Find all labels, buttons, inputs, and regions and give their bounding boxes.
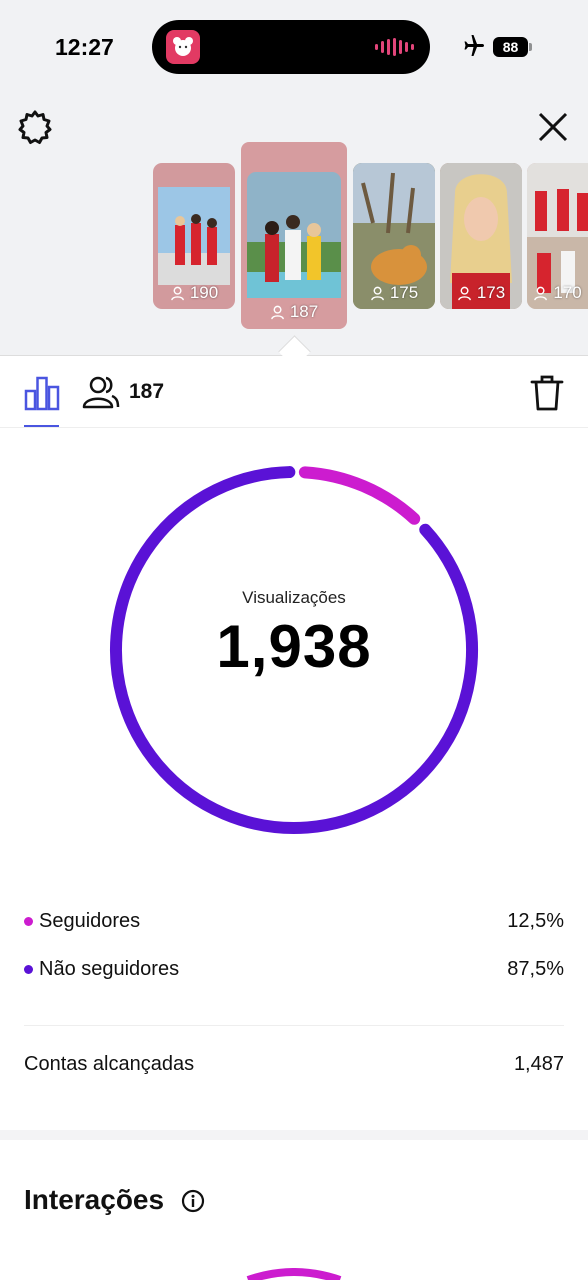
person-icon xyxy=(457,286,471,300)
interactions-title: Interações xyxy=(24,1184,165,1215)
accounts-reached-value: 1,487 xyxy=(513,1053,564,1075)
story-thumbnail[interactable]: 173 xyxy=(440,163,522,309)
section-divider xyxy=(24,1025,564,1026)
accounts-reached-row: Contas alcançadas 1,487 xyxy=(24,1053,564,1076)
interactions-chart-preview xyxy=(246,1268,342,1280)
battery-indicator: 88 xyxy=(493,37,528,57)
followers-dot xyxy=(24,916,33,926)
legend-value: 87,5% xyxy=(507,957,564,980)
info-icon[interactable] xyxy=(181,1189,205,1213)
trash-icon[interactable] xyxy=(530,374,564,412)
insights-chart-icon[interactable] xyxy=(24,375,60,411)
story-viewer-count: 175 xyxy=(353,283,435,303)
non-followers-dot xyxy=(24,964,33,974)
viewers-icon[interactable] xyxy=(82,374,120,410)
viewers-count[interactable]: 187 xyxy=(129,380,164,404)
settings-gear-icon[interactable] xyxy=(16,108,54,146)
tab-divider xyxy=(0,427,588,428)
legend-label: Não seguidores xyxy=(39,957,180,980)
story-viewer-count: 173 xyxy=(440,283,522,303)
views-label: Visualizações xyxy=(242,588,346,607)
app-icon xyxy=(166,30,200,64)
audio-waveform-icon xyxy=(375,38,414,56)
section-band xyxy=(0,1130,588,1140)
accounts-reached-label: Contas alcançadas xyxy=(24,1053,195,1075)
close-icon[interactable] xyxy=(534,108,572,146)
story-viewer-count: 187 xyxy=(247,302,341,322)
airplane-mode-icon xyxy=(464,35,484,56)
person-icon xyxy=(534,286,548,300)
legend-label: Seguidores xyxy=(39,909,141,932)
story-thumbnail[interactable]: 170 xyxy=(527,163,588,309)
person-icon xyxy=(170,286,184,300)
followers-arc xyxy=(298,466,421,525)
person-icon xyxy=(370,286,384,300)
story-viewer-count: 190 xyxy=(153,283,235,303)
person-icon xyxy=(270,305,284,319)
legend-value: 12,5% xyxy=(507,909,564,932)
story-thumbnail[interactable]: 175 xyxy=(353,163,435,309)
legend-followers: Seguidores 12,5% xyxy=(24,906,564,936)
legend-non-followers: Não seguidores 87,5% xyxy=(24,954,564,984)
dynamic-island xyxy=(152,20,430,74)
story-thumbnail-selected[interactable]: 187 xyxy=(247,172,341,328)
battery-cap xyxy=(529,43,532,51)
views-value: 1,938 xyxy=(216,613,372,680)
story-viewer-count: 170 xyxy=(527,283,588,303)
status-time: 12:27 xyxy=(55,34,114,60)
story-thumbnail[interactable]: 190 xyxy=(153,163,235,309)
